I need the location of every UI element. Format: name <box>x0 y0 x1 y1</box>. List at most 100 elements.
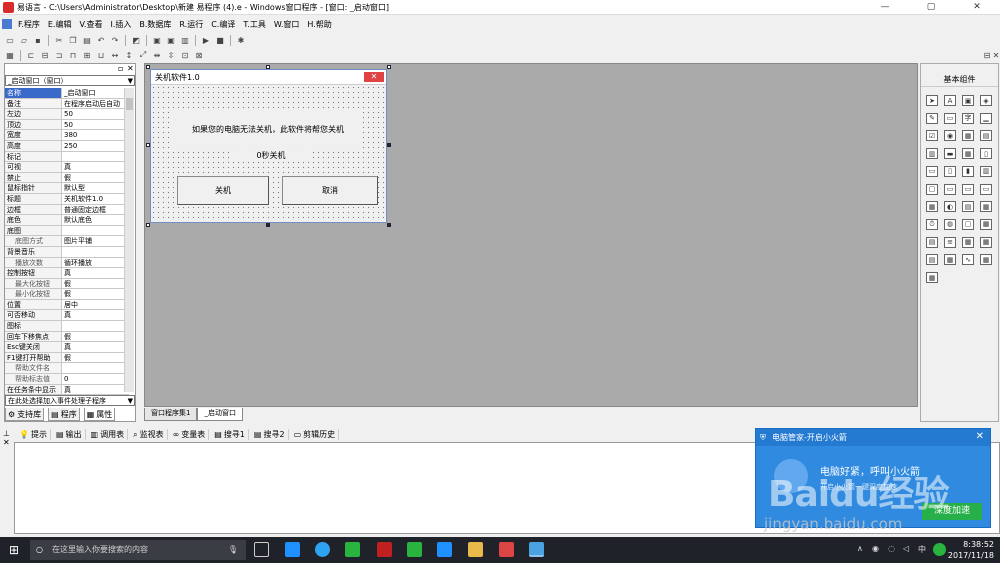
close-button[interactable]: ✕ <box>954 0 1000 14</box>
property-row[interactable]: 名称 _启动窗口 <box>5 88 129 99</box>
window-layout2-icon[interactable]: ▣ <box>165 35 177 46</box>
resize-handle[interactable] <box>387 65 391 69</box>
task-view-icon[interactable] <box>254 542 269 557</box>
menu-program[interactable]: F.程序 <box>14 19 44 30</box>
tab-variable-table[interactable]: ∞ 变量表 <box>170 429 210 440</box>
property-value[interactable]: 0 <box>62 374 129 384</box>
menu-view[interactable]: V.查看 <box>75 19 106 30</box>
tab-clip-history[interactable]: ▭ 剪辑历史 <box>291 429 340 440</box>
countdown-label[interactable]: 0秒关机 <box>229 150 313 162</box>
property-value[interactable]: 图片平铺 <box>62 236 129 246</box>
property-row[interactable]: 鼠标指针 默认型 <box>5 183 129 194</box>
property-row[interactable]: 帮助标志值 0 <box>5 374 129 385</box>
property-row[interactable]: 在任务条中显示真 <box>5 384 129 396</box>
object-select[interactable]: _启动窗口（窗口） ▼ <box>5 75 135 86</box>
component-tool-icon[interactable]: ◈ <box>980 95 992 106</box>
grid-icon[interactable]: ▦ <box>4 50 16 61</box>
component-tool-icon[interactable]: ▦ <box>980 201 992 213</box>
panel-pin-icon[interactable]: ▫ <box>118 64 123 73</box>
property-row[interactable]: 宽度 380 <box>5 130 129 141</box>
tab-order-icon[interactable]: ⊠ <box>193 50 205 61</box>
resize-handle[interactable] <box>387 143 391 147</box>
resize-handle[interactable] <box>266 65 270 69</box>
microphone-icon[interactable]: 🎙 <box>228 540 238 560</box>
property-row[interactable]: 控制按钮真 <box>5 268 129 279</box>
deep-speedup-button[interactable]: 深度加速 <box>922 503 982 520</box>
property-row[interactable]: 备注 在程序启动后自动 <box>5 98 129 110</box>
component-tool-icon[interactable]: ▭ <box>926 165 938 177</box>
app-icon[interactable] <box>377 542 392 557</box>
tab-assembly[interactable]: 窗口程序集1 <box>144 408 198 421</box>
iqiyi-icon[interactable] <box>345 542 360 557</box>
component-tool-icon[interactable]: ◐ <box>944 201 956 213</box>
resize-handle[interactable] <box>146 223 150 227</box>
taskbar-search-input[interactable]: ○ 在这里输入你要搜索的内容 🎙 <box>30 540 246 560</box>
component-tool-icon[interactable]: ▤ <box>926 236 938 248</box>
shutdown-button[interactable]: 关机 <box>177 176 269 205</box>
tab-program[interactable]: ▤ 程序 <box>48 408 80 421</box>
ie-icon[interactable] <box>437 542 452 557</box>
browser-icon[interactable] <box>315 542 330 557</box>
property-row[interactable]: 回车下移焦点假 <box>5 331 129 343</box>
component-tool-icon[interactable]: ➤ <box>926 95 938 106</box>
run-icon[interactable]: ▶ <box>200 35 212 46</box>
component-tool-icon[interactable]: ▭ <box>980 183 992 195</box>
resize-handle[interactable] <box>266 223 270 227</box>
component-tool-icon[interactable]: ∿ <box>962 254 974 266</box>
pin-icon[interactable]: ⊥ <box>3 429 10 438</box>
new-file-icon[interactable]: ▭ <box>4 35 16 46</box>
component-tool-icon[interactable]: ▢ <box>962 218 974 230</box>
property-value[interactable]: 假 <box>62 353 129 363</box>
component-tool-icon[interactable]: ◍ <box>944 218 956 230</box>
menu-compile[interactable]: C.编译 <box>207 19 239 30</box>
save-icon[interactable]: ▪ <box>32 35 44 46</box>
component-tool-icon[interactable]: ≡ <box>944 236 956 248</box>
property-value[interactable]: 真 <box>62 268 129 278</box>
property-row[interactable]: F1键打开帮助假 <box>5 352 129 364</box>
center-form-icon[interactable]: ⊡ <box>179 50 191 61</box>
property-scrollbar[interactable] <box>124 88 134 392</box>
component-tool-icon[interactable]: ▯ <box>980 148 992 160</box>
property-row[interactable]: 最小化按钮假 <box>5 289 129 300</box>
property-value[interactable]: _启动窗口 <box>62 88 129 98</box>
component-tool-icon[interactable]: ▦ <box>980 254 992 266</box>
file-explorer-icon[interactable] <box>468 542 483 557</box>
component-tool-icon[interactable]: ▦ <box>962 236 974 248</box>
component-tool-icon[interactable]: ▦ <box>980 236 992 248</box>
property-row[interactable]: Esc键关闭真 <box>5 342 129 353</box>
window-layout3-icon[interactable]: ▥ <box>179 35 191 46</box>
property-row[interactable]: 图标 <box>5 321 129 332</box>
component-tool-icon[interactable]: ▤ <box>980 130 992 142</box>
menu-run[interactable]: R.运行 <box>175 19 207 30</box>
info-label[interactable]: 如果您的电脑无法关机，此软件将帮您关机 <box>173 112 363 148</box>
menu-database[interactable]: B.数据库 <box>135 19 175 30</box>
align-center-icon[interactable]: ⊟ <box>39 50 51 61</box>
same-height-icon[interactable]: ↕ <box>123 50 135 61</box>
align-top-icon[interactable]: ⊓ <box>67 50 79 61</box>
property-row[interactable]: 底图 <box>5 225 129 237</box>
tab-properties[interactable]: ▦ 属性 <box>83 408 116 421</box>
same-size-icon[interactable]: ⤢ <box>137 50 149 61</box>
component-tool-icon[interactable]: ▦ <box>962 130 974 142</box>
component-tool-icon[interactable]: ▦ <box>926 272 938 283</box>
tab-call-table[interactable]: ▥ 调用表 <box>88 429 129 440</box>
tray-manager-icon[interactable] <box>933 543 946 556</box>
component-tool-icon[interactable]: ☑ <box>926 130 938 142</box>
property-value[interactable]: 默认底色 <box>62 215 129 225</box>
active-app-icon[interactable] <box>529 542 544 557</box>
property-row[interactable]: 禁止假 <box>5 172 129 184</box>
component-tool-icon[interactable]: ▤ <box>926 254 938 266</box>
yiyuyan-icon[interactable] <box>499 542 514 557</box>
windows-start-icon[interactable]: ⊞ <box>9 543 19 557</box>
cancel-button[interactable]: 取消 <box>282 176 378 205</box>
property-value[interactable]: 50 <box>62 109 129 119</box>
component-tool-icon[interactable]: ▦ <box>962 148 974 160</box>
property-row[interactable]: 顶边 50 <box>5 119 129 131</box>
component-tool-icon[interactable]: ▯ <box>944 165 956 177</box>
property-value[interactable]: 250 <box>62 141 129 151</box>
component-tool-icon[interactable]: ▦ <box>980 218 992 230</box>
property-value[interactable] <box>62 247 129 257</box>
component-tool-icon[interactable]: 字 <box>962 112 974 124</box>
taskbar-clock[interactable]: 8:38:52 2017/11/18 <box>948 539 994 561</box>
resize-handle[interactable] <box>146 143 150 147</box>
